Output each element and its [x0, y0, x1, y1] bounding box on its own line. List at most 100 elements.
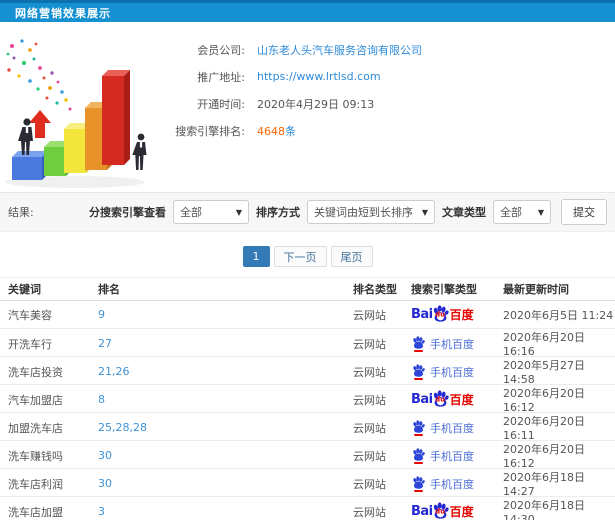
- promo-url-label: 推广地址:: [197, 70, 245, 84]
- keyword-cell: 洗车店投资: [8, 365, 63, 379]
- businessman-right: [132, 133, 147, 170]
- filter-bar: 结果: 分搜索引擎查看 全部 ▼ 排序方式 关键词由短到长排序 ▼ 文章类型 全…: [0, 192, 615, 232]
- col-rank-type: 排名类型: [353, 283, 397, 296]
- rank-type-cell: 云网站: [353, 421, 386, 435]
- updated-cell: 2020年5月27日 14:58: [503, 359, 585, 386]
- rank-cell[interactable]: 9: [98, 308, 353, 321]
- result-label: 结果:: [8, 206, 34, 219]
- engine-rank-value: 4648条: [257, 123, 296, 139]
- updated-cell: 2020年6月18日 14:30: [503, 499, 585, 520]
- page-title: 网络营销效果展示: [15, 6, 111, 20]
- keyword-cell: 汽车加盟店: [8, 393, 63, 407]
- info-row-engine-rank: 搜索引擎排名: 4648条: [160, 117, 615, 144]
- info-row-open-time: 开通时间: 2020年4月29日 09:13: [160, 90, 615, 117]
- mobile-baidu-logo-icon: 手机百度: [411, 448, 503, 464]
- keyword-cell: 开洗车行: [8, 337, 52, 351]
- col-rank: 排名: [98, 283, 120, 296]
- chevron-down-icon: ▼: [537, 207, 544, 217]
- table-row: 洗车店利润 30 云网站 手机百度 2020年6月18日 14:27: [0, 469, 615, 498]
- rank-cell[interactable]: 30: [98, 477, 353, 490]
- rank-type-cell: 云网站: [353, 449, 386, 463]
- confetti-dots: [6, 39, 72, 111]
- chevron-down-icon: ▼: [421, 207, 428, 217]
- rank-cell[interactable]: 3: [98, 505, 353, 518]
- col-keyword: 关键词: [8, 283, 41, 296]
- updated-cell: 2020年6月20日 16:11: [503, 415, 585, 442]
- table-row: 洗车赚钱吗 30 云网站 手机百度 2020年6月20日 16:12: [0, 441, 615, 470]
- keyword-ranking-table: 关键词 排名 排名类型 搜索引擎类型 最新更新时间 汽车美容 9 云网站 Bai…: [0, 277, 615, 520]
- sort-select[interactable]: 关键词由短到长排序 ▼: [307, 200, 435, 224]
- mobile-baidu-logo-icon: 手机百度: [411, 336, 503, 352]
- table-row: 洗车店加盟 3 云网站 Bai du 百度 2020年6月18日 14:30: [0, 497, 615, 520]
- col-updated: 最新更新时间: [503, 283, 569, 296]
- rank-unit: 条: [285, 124, 296, 138]
- engine-view-label: 分搜索引擎查看: [89, 206, 166, 219]
- table-row: 汽车美容 9 云网站 Bai du 百度 2020年6月5日 11:24: [0, 301, 615, 329]
- info-row-url: 推广地址: https://www.lrtlsd.com: [160, 63, 615, 90]
- rank-type-cell: 云网站: [353, 393, 386, 407]
- table-row: 加盟洗车店 25,28,28 云网站 手机百度 2020年6月20日 16:11: [0, 413, 615, 442]
- rank-type-cell: 云网站: [353, 308, 386, 322]
- sort-label: 排序方式: [256, 206, 300, 219]
- engine-view-select[interactable]: 全部 ▼: [173, 200, 249, 224]
- rank-type-cell: 云网站: [353, 337, 386, 351]
- company-link[interactable]: 山东老人头汽车服务咨询有限公司: [257, 42, 422, 58]
- open-time-value: 2020年4月29日 09:13: [257, 97, 375, 111]
- engine-rank-label: 搜索引擎排名:: [175, 124, 245, 138]
- businessman-left: [18, 118, 33, 155]
- table-row: 开洗车行 27 云网站 手机百度 2020年6月20日 16:16: [0, 329, 615, 358]
- keyword-cell: 加盟洗车店: [8, 421, 63, 435]
- rank-cell[interactable]: 27: [98, 337, 353, 350]
- bar-blue: [12, 151, 48, 180]
- rank-cell[interactable]: 21,26: [98, 365, 353, 378]
- table-header: 关键词 排名 排名类型 搜索引擎类型 最新更新时间: [0, 277, 615, 301]
- engine-view-selected: 全部: [180, 206, 202, 219]
- rank-count: 4648: [257, 124, 285, 138]
- table-row: 洗车店投资 21,26 云网站 手机百度 2020年5月27日 14:58: [0, 357, 615, 386]
- chevron-down-icon: ▼: [235, 207, 242, 217]
- keyword-cell: 汽车美容: [8, 308, 52, 322]
- last-page-button[interactable]: 尾页: [330, 246, 373, 267]
- rank-type-cell: 云网站: [353, 505, 386, 519]
- account-info-list: 会员公司: 山东老人头汽车服务咨询有限公司 推广地址: https://www.…: [160, 32, 615, 192]
- col-engine: 搜索引擎类型: [411, 283, 477, 296]
- info-row-company: 会员公司: 山东老人头汽车服务咨询有限公司: [160, 36, 615, 63]
- keyword-cell: 洗车赚钱吗: [8, 449, 63, 463]
- open-time-label: 开通时间:: [197, 97, 245, 111]
- company-label: 会员公司:: [197, 43, 245, 57]
- rank-cell[interactable]: 30: [98, 449, 353, 462]
- keyword-cell: 洗车店利润: [8, 477, 63, 491]
- mobile-baidu-logo-icon: 手机百度: [411, 476, 503, 492]
- growth-chart-illustration: [0, 32, 160, 192]
- updated-cell: 2020年6月20日 16:12: [503, 387, 585, 414]
- rank-cell[interactable]: 25,28,28: [98, 421, 353, 434]
- updated-cell: 2020年6月20日 16:16: [503, 331, 585, 358]
- baidu-logo-icon: Bai du 百度: [411, 392, 474, 407]
- promo-url-link[interactable]: https://www.lrtlsd.com: [257, 70, 381, 83]
- mobile-baidu-logo-icon: 手机百度: [411, 364, 503, 380]
- table-row: 汽车加盟店 8 云网站 Bai du 百度 2020年6月20日 16:12: [0, 385, 615, 414]
- rank-cell[interactable]: 8: [98, 393, 353, 406]
- bar-red: [102, 70, 130, 165]
- updated-cell: 2020年6月5日 11:24: [503, 308, 614, 322]
- rank-type-cell: 云网站: [353, 477, 386, 491]
- submit-button[interactable]: 提交: [561, 199, 607, 225]
- app-header: 网络营销效果展示: [0, 0, 615, 22]
- keyword-cell: 洗车店加盟: [8, 505, 63, 519]
- filter-controls: 分搜索引擎查看 全部 ▼ 排序方式 关键词由短到长排序 ▼ 文章类型 全部 ▼ …: [89, 199, 607, 225]
- article-type-select[interactable]: 全部 ▼: [493, 200, 551, 224]
- updated-cell: 2020年6月20日 16:12: [503, 443, 585, 470]
- pagination: 1 下一页 尾页: [0, 246, 615, 267]
- article-type-label: 文章类型: [442, 206, 486, 219]
- baidu-logo-icon: Bai du 百度: [411, 307, 474, 322]
- updated-cell: 2020年6月18日 14:27: [503, 471, 585, 498]
- article-type-selected: 全部: [500, 206, 522, 219]
- mobile-baidu-logo-icon: 手机百度: [411, 420, 503, 436]
- account-info-section: 会员公司: 山东老人头汽车服务咨询有限公司 推广地址: https://www.…: [0, 22, 615, 192]
- page-1-button[interactable]: 1: [242, 246, 270, 267]
- sort-selected: 关键词由短到长排序: [314, 206, 413, 219]
- up-arrow: [29, 110, 51, 138]
- rank-type-cell: 云网站: [353, 365, 386, 379]
- baidu-logo-icon: Bai du 百度: [411, 504, 474, 519]
- next-page-button[interactable]: 下一页: [273, 246, 327, 267]
